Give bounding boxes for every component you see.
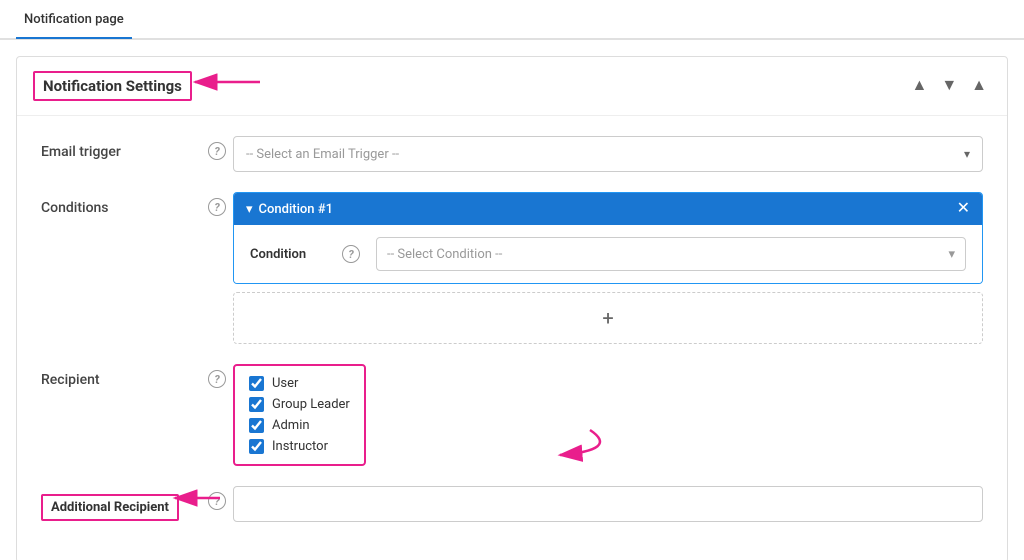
condition-field-label: Condition: [250, 247, 330, 262]
email-trigger-placeholder: -- Select an Email Trigger --: [246, 147, 399, 162]
condition-field-help-icon[interactable]: ?: [342, 245, 360, 263]
additional-recipient-label: Additional Recipient: [41, 494, 179, 521]
recipient-control: User Group Leader Admin: [233, 364, 983, 466]
recipient-admin-label: Admin: [272, 418, 310, 433]
conditions-control: ▾ Condition #1 ✕ Condition ?: [233, 192, 983, 344]
section-header: Notification Settings ▲ ▼ ▲: [17, 57, 1007, 116]
email-trigger-help[interactable]: ?: [201, 136, 233, 160]
section-up-button[interactable]: ▲: [907, 75, 931, 97]
additional-recipient-input[interactable]: [233, 486, 983, 522]
main-content: Notification Settings ▲ ▼ ▲ Email trigge…: [0, 40, 1024, 560]
form-body: Email trigger ? -- Select an Email Trigg…: [17, 116, 1007, 560]
email-trigger-row: Email trigger ? -- Select an Email Trigg…: [41, 136, 983, 172]
condition-chevron-icon: ▾: [246, 202, 253, 217]
condition-inner-row: Condition ? -- Select Condition -- ▾: [250, 237, 966, 271]
recipient-box: User Group Leader Admin: [233, 364, 366, 466]
section-controls: ▲ ▼ ▲: [907, 75, 991, 97]
recipient-instructor-checkbox[interactable]: [249, 439, 264, 454]
recipient-row: Recipient ? User Group Leader: [41, 364, 983, 466]
recipient-instructor: Instructor: [249, 439, 350, 454]
additional-recipient-row: Additional Recipient ?: [41, 486, 983, 522]
recipient-user: User: [249, 376, 350, 391]
recipient-user-checkbox[interactable]: [249, 376, 264, 391]
condition-inner: Condition ? -- Select Condition -- ▾: [234, 225, 982, 283]
condition-close-button[interactable]: ✕: [957, 201, 970, 217]
conditions-label: Conditions: [41, 192, 201, 216]
email-trigger-select[interactable]: -- Select an Email Trigger -- ▾: [233, 136, 983, 172]
recipient-admin-checkbox[interactable]: [249, 418, 264, 433]
recipient-help-icon[interactable]: ?: [208, 370, 226, 388]
recipient-group-leader-checkbox[interactable]: [249, 397, 264, 412]
section-card: Notification Settings ▲ ▼ ▲ Email trigge…: [16, 56, 1008, 560]
additional-recipient-help-icon[interactable]: ?: [208, 492, 226, 510]
recipient-group-leader: Group Leader: [249, 397, 350, 412]
recipient-group-leader-label: Group Leader: [272, 397, 350, 412]
section-title: Notification Settings: [33, 71, 192, 101]
recipient-instructor-label: Instructor: [272, 439, 328, 454]
section-expand-button[interactable]: ▲: [967, 75, 991, 97]
additional-recipient-form-label: Additional Recipient: [41, 486, 201, 521]
condition-header-left: ▾ Condition #1: [246, 202, 333, 217]
condition-block: ▾ Condition #1 ✕ Condition ?: [233, 192, 983, 284]
email-trigger-control: -- Select an Email Trigger -- ▾: [233, 136, 983, 172]
email-trigger-label: Email trigger: [41, 136, 201, 160]
add-icon: +: [602, 306, 613, 330]
additional-recipient-control: [233, 486, 983, 522]
recipient-admin: Admin: [249, 418, 350, 433]
additional-recipient-help[interactable]: ?: [201, 486, 233, 510]
condition-select-chevron: ▾: [948, 247, 955, 262]
recipient-help[interactable]: ?: [201, 364, 233, 388]
conditions-row: Conditions ? ▾ Condition #1: [41, 192, 983, 344]
condition-title: Condition #1: [259, 202, 333, 217]
recipient-user-label: User: [272, 376, 298, 391]
email-trigger-chevron: ▾: [964, 147, 970, 161]
tab-notification-page[interactable]: Notification page: [16, 2, 132, 39]
condition-header: ▾ Condition #1 ✕: [234, 193, 982, 225]
add-condition-button[interactable]: +: [233, 292, 983, 344]
conditions-help[interactable]: ?: [201, 192, 233, 216]
condition-select[interactable]: -- Select Condition -- ▾: [376, 237, 966, 271]
recipient-label: Recipient: [41, 364, 201, 388]
section-down-button[interactable]: ▼: [937, 75, 961, 97]
conditions-help-icon[interactable]: ?: [208, 198, 226, 216]
tab-bar: Notification page: [0, 0, 1024, 40]
email-trigger-help-icon[interactable]: ?: [208, 142, 226, 160]
condition-select-placeholder: -- Select Condition --: [387, 247, 502, 262]
